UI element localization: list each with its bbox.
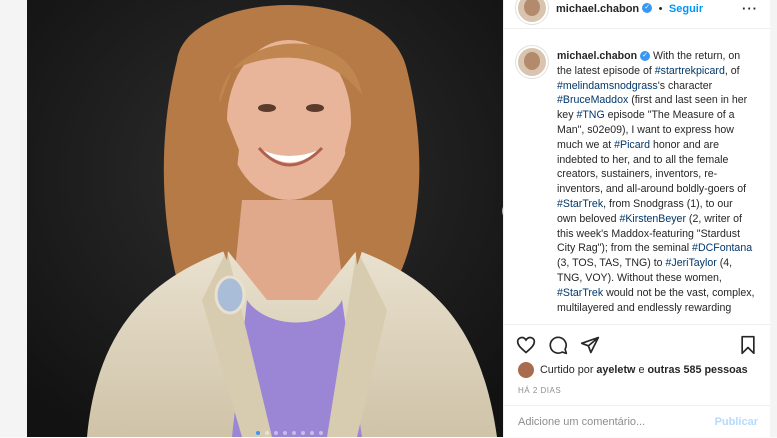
follow-button[interactable]: Seguir bbox=[669, 3, 703, 15]
hashtag-link[interactable]: #DCFontana bbox=[692, 242, 752, 254]
hashtag-link[interactable]: #TNG bbox=[576, 109, 604, 121]
author-username[interactable]: michael.chabon bbox=[556, 3, 639, 15]
comment-button[interactable] bbox=[548, 335, 568, 355]
hashtag-link[interactable]: #startrekpicard bbox=[655, 65, 725, 77]
post-caption: michael.chabon ✓ With the return, on the … bbox=[557, 49, 755, 315]
carousel-dot bbox=[319, 431, 323, 435]
hashtag-link[interactable]: #Picard bbox=[614, 139, 650, 151]
hashtag-link[interactable]: #BruceMaddox bbox=[557, 94, 628, 106]
carousel-dot bbox=[301, 431, 305, 435]
caption-username[interactable]: michael.chabon bbox=[557, 50, 637, 62]
caption-author-avatar[interactable] bbox=[516, 46, 548, 78]
heart-icon bbox=[516, 336, 536, 354]
comment-input[interactable] bbox=[516, 415, 710, 429]
carousel-dot bbox=[283, 431, 287, 435]
hashtag-link[interactable]: #melindamsnodgrass bbox=[557, 80, 658, 92]
verified-badge-icon: ✓ bbox=[642, 2, 653, 13]
add-comment-form: Publicar bbox=[504, 405, 770, 438]
caption-text-segment: 's character bbox=[657, 79, 713, 92]
liker-username[interactable]: ayeletw bbox=[596, 364, 635, 376]
post-actions-bar bbox=[504, 324, 770, 365]
carousel-indicator bbox=[256, 431, 323, 435]
likes-others-link[interactable]: outras 585 pessoas bbox=[647, 364, 747, 376]
hashtag-link[interactable]: #JeriTaylor bbox=[666, 257, 717, 269]
likes-prefix: Curtido por bbox=[540, 364, 594, 376]
send-icon bbox=[580, 336, 600, 354]
header-separator: • bbox=[658, 3, 663, 15]
save-button[interactable] bbox=[738, 335, 758, 355]
post-sidebar: michael.chabon ✓ • Seguir ··· michael.cha… bbox=[503, 0, 770, 437]
likes-conjunction: e bbox=[638, 364, 645, 376]
carousel-dot bbox=[310, 431, 314, 435]
like-button[interactable] bbox=[516, 335, 536, 355]
bookmark-icon bbox=[741, 335, 755, 355]
portrait-illustration bbox=[27, 0, 503, 437]
hashtag-link[interactable]: #StarTrek bbox=[557, 287, 603, 299]
author-avatar[interactable] bbox=[516, 0, 548, 24]
post-photo[interactable] bbox=[27, 0, 503, 437]
header-username-wrap: michael.chabon ✓ • Seguir bbox=[556, 0, 703, 17]
post-header: michael.chabon ✓ • Seguir ··· bbox=[504, 0, 770, 29]
more-options-icon[interactable]: ··· bbox=[742, 1, 758, 16]
likes-summary: Curtido por ayeletw e outras 585 pessoas bbox=[518, 362, 748, 378]
carousel-dot bbox=[274, 431, 278, 435]
caption-text-segment: , of bbox=[724, 64, 740, 77]
carousel-dot bbox=[292, 431, 296, 435]
post-timestamp[interactable]: HÁ 2 DIAS bbox=[518, 386, 561, 395]
page-backdrop-left bbox=[0, 0, 27, 437]
caption-text: With the return, on the latest episode o… bbox=[557, 50, 754, 314]
caption-text-segment: (3, TOS, TAS, TNG) to bbox=[557, 257, 666, 270]
hashtag-link[interactable]: #KirstenBeyer bbox=[619, 213, 686, 225]
page-backdrop-right bbox=[769, 0, 777, 437]
verified-badge-icon: ✓ bbox=[640, 51, 651, 62]
carousel-dot bbox=[256, 431, 260, 435]
comments-scroll-area[interactable]: michael.chabon ✓ With the return, on the … bbox=[504, 36, 770, 324]
publish-button[interactable]: Publicar bbox=[715, 416, 758, 428]
carousel-dot bbox=[265, 431, 269, 435]
hashtag-link[interactable]: #StarTrek bbox=[557, 198, 603, 210]
comment-icon bbox=[549, 336, 568, 355]
share-button[interactable] bbox=[580, 335, 600, 355]
liker-avatar[interactable] bbox=[518, 362, 534, 378]
